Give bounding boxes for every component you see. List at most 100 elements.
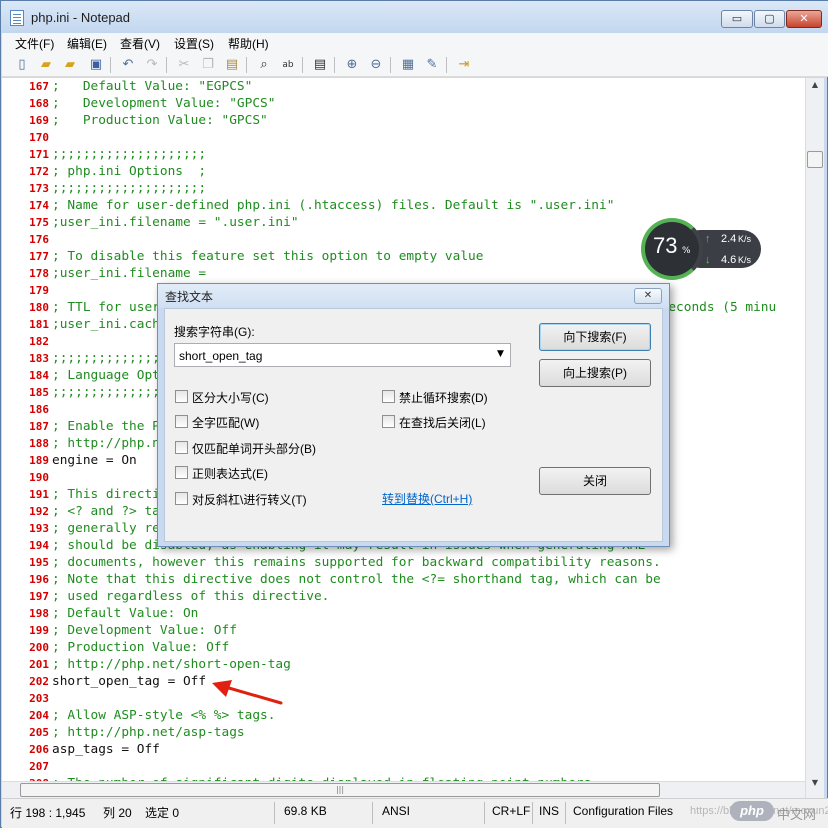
line-number: 191 — [29, 488, 49, 501]
status-column: 列 20 — [103, 806, 132, 820]
code-text: ; http://php.net/short-open-tag — [52, 657, 291, 672]
paste-icon[interactable]: ▤ — [224, 57, 240, 73]
find-down-button[interactable]: 向下搜索(F) — [539, 323, 651, 351]
search-combobox[interactable]: ▼ — [174, 343, 511, 367]
menu-help[interactable]: 帮助(H) — [228, 35, 269, 52]
zoom-out-icon[interactable]: ⊖ — [368, 57, 384, 73]
code-line[interactable]: 204; Allow ASP-style <% %> tags. — [2, 707, 807, 724]
edit-icon[interactable]: ✎ — [424, 57, 440, 73]
view-icon[interactable]: ▦ — [400, 57, 416, 73]
code-line[interactable]: 197; used regardless of this directive. — [2, 588, 807, 605]
new-file-icon[interactable]: ▯ — [14, 57, 30, 73]
code-line[interactable]: 201; http://php.net/short-open-tag — [2, 656, 807, 673]
whole-word-label: 全字匹配(W) — [192, 416, 260, 430]
cut-icon[interactable]: ✂ — [176, 57, 192, 73]
scroll-down-icon[interactable]: ▼ — [808, 778, 822, 792]
code-line[interactable]: 202 short_open_tag = Off — [2, 673, 807, 690]
menu-edit[interactable]: 编辑(E) — [67, 35, 107, 52]
find-dialog-close-icon[interactable]: ✕ — [634, 288, 662, 304]
menu-view[interactable]: 查看(V) — [120, 35, 160, 52]
find-up-button[interactable]: 向上搜索(P) — [539, 359, 651, 387]
open-recent-icon[interactable]: ▰ — [62, 57, 78, 73]
exit-icon[interactable]: ⇥ — [456, 57, 472, 73]
code-line[interactable]: 173;;;;;;;;;;;;;;;;;;;; — [2, 180, 807, 197]
status-insert-mode: INS — [539, 804, 560, 818]
code-line[interactable]: 169; Production Value: "GPCS" — [2, 112, 807, 129]
line-number: 203 — [29, 692, 49, 705]
replace-icon[interactable]: ab — [280, 57, 296, 73]
status-file-type: Configuration Files — [573, 804, 674, 818]
minimize-button[interactable]: ▭ — [721, 10, 753, 28]
line-number: 173 — [29, 182, 49, 195]
vertical-scrollbar[interactable]: ▲ ▼ — [805, 78, 824, 798]
horizontal-scrollbar[interactable]: ||| — [2, 781, 805, 798]
menu-bar: 文件(F) 编辑(E) 查看(V) 设置(S) 帮助(H) — [2, 33, 828, 53]
code-line[interactable]: 171;;;;;;;;;;;;;;;;;;;; — [2, 146, 807, 163]
code-line[interactable]: 199; Development Value: Off — [2, 622, 807, 639]
find-dialog-body: 搜索字符串(G): ▼ 向下搜索(F) 向上搜索(P) 关闭 区分大小写(C) … — [164, 308, 663, 542]
upload-arrow-icon: ↑ — [705, 233, 711, 245]
line-number: 205 — [29, 726, 49, 739]
find-dialog-title-bar[interactable]: 查找文本 ✕ — [158, 284, 669, 308]
line-number: 190 — [29, 471, 49, 484]
menu-settings[interactable]: 设置(S) — [174, 35, 214, 52]
code-line[interactable]: 200; Production Value: Off — [2, 639, 807, 656]
code-line[interactable]: 172; php.ini Options ; — [2, 163, 807, 180]
goto-replace-link[interactable]: 转到替换(Ctrl+H) — [382, 490, 472, 507]
no-wrap-label: 禁止循环搜索(D) — [399, 391, 488, 405]
line-number: 180 — [29, 301, 49, 314]
status-line-ending: CR+LF — [492, 804, 531, 818]
zoom-in-icon[interactable]: ⊕ — [344, 57, 360, 73]
code-line[interactable]: 203 — [2, 690, 807, 707]
line-number: 202 — [29, 675, 49, 688]
horizontal-scroll-thumb[interactable]: ||| — [20, 783, 660, 797]
find-dialog: 查找文本 ✕ 搜索字符串(G): ▼ 向下搜索(F) 向上搜索(P) 关闭 区分… — [157, 283, 670, 547]
save-icon[interactable]: ▣ — [88, 57, 104, 73]
line-number: 204 — [29, 709, 49, 722]
goto-icon[interactable]: ▤ — [312, 57, 328, 73]
line-number: 182 — [29, 335, 49, 348]
line-number: 184 — [29, 369, 49, 382]
code-line[interactable]: 207 — [2, 758, 807, 775]
code-text: ; Default Value: On — [52, 606, 199, 621]
cpu-usage-value: 73 — [653, 233, 678, 258]
menu-file[interactable]: 文件(F) — [15, 35, 54, 52]
close-dialog-button[interactable]: 关闭 — [539, 467, 651, 495]
line-number: 177 — [29, 250, 49, 263]
redo-icon[interactable]: ↷ — [144, 57, 160, 73]
close-after-find-label: 在查找后关闭(L) — [399, 416, 486, 430]
code-line[interactable]: 174; Name for user-defined php.ini (.hta… — [2, 197, 807, 214]
dropdown-arrow-icon[interactable]: ▼ — [497, 349, 504, 359]
scroll-up-icon[interactable]: ▲ — [808, 80, 822, 94]
code-line[interactable]: 195; documents, however this remains sup… — [2, 554, 807, 571]
code-line[interactable]: 198; Default Value: On — [2, 605, 807, 622]
code-line[interactable]: 170 — [2, 129, 807, 146]
code-line[interactable]: 205; http://php.net/asp-tags — [2, 724, 807, 741]
close-window-button[interactable]: ✕ — [786, 10, 822, 28]
code-text: ;user_ini.filename = ".user.ini" — [52, 215, 299, 230]
code-line[interactable]: 167; Default Value: "EGPCS" — [2, 78, 807, 95]
code-line[interactable]: 196; Note that this directive does not c… — [2, 571, 807, 588]
line-number: 193 — [29, 522, 49, 535]
vertical-scroll-thumb[interactable] — [807, 151, 823, 168]
code-line[interactable]: 168; Development Value: "GPCS" — [2, 95, 807, 112]
code-text: ;;;;;;;;;;;;;;;;;;;; — [52, 147, 207, 162]
line-number: 171 — [29, 148, 49, 161]
maximize-button[interactable]: ▢ — [754, 10, 785, 28]
title-bar[interactable]: php.ini - Notepad ▭ ▢ ✕ — [1, 1, 828, 33]
network-speed-widget[interactable]: 73 % ↑ 2.4 K/s ↓ 4.6 K/s — [641, 218, 761, 280]
open-folder-icon[interactable]: ▰ — [38, 57, 54, 73]
code-text: ; Name for user-defined php.ini (.htacce… — [52, 198, 615, 213]
line-number: 189 — [29, 454, 49, 467]
watermark-site: 中文网 — [777, 807, 817, 822]
find-icon[interactable]: ⌕ — [256, 57, 272, 73]
search-input[interactable] — [179, 348, 479, 364]
copy-icon[interactable]: ❐ — [200, 57, 216, 73]
code-text: ; Development Value: "GPCS" — [52, 96, 276, 111]
line-number: 185 — [29, 386, 49, 399]
undo-icon[interactable]: ↶ — [120, 57, 136, 73]
code-text: ; http://php.net/asp-tags — [52, 725, 245, 740]
line-number: 179 — [29, 284, 49, 297]
line-number: 168 — [29, 97, 49, 110]
code-line[interactable]: 206 asp_tags = Off — [2, 741, 807, 758]
